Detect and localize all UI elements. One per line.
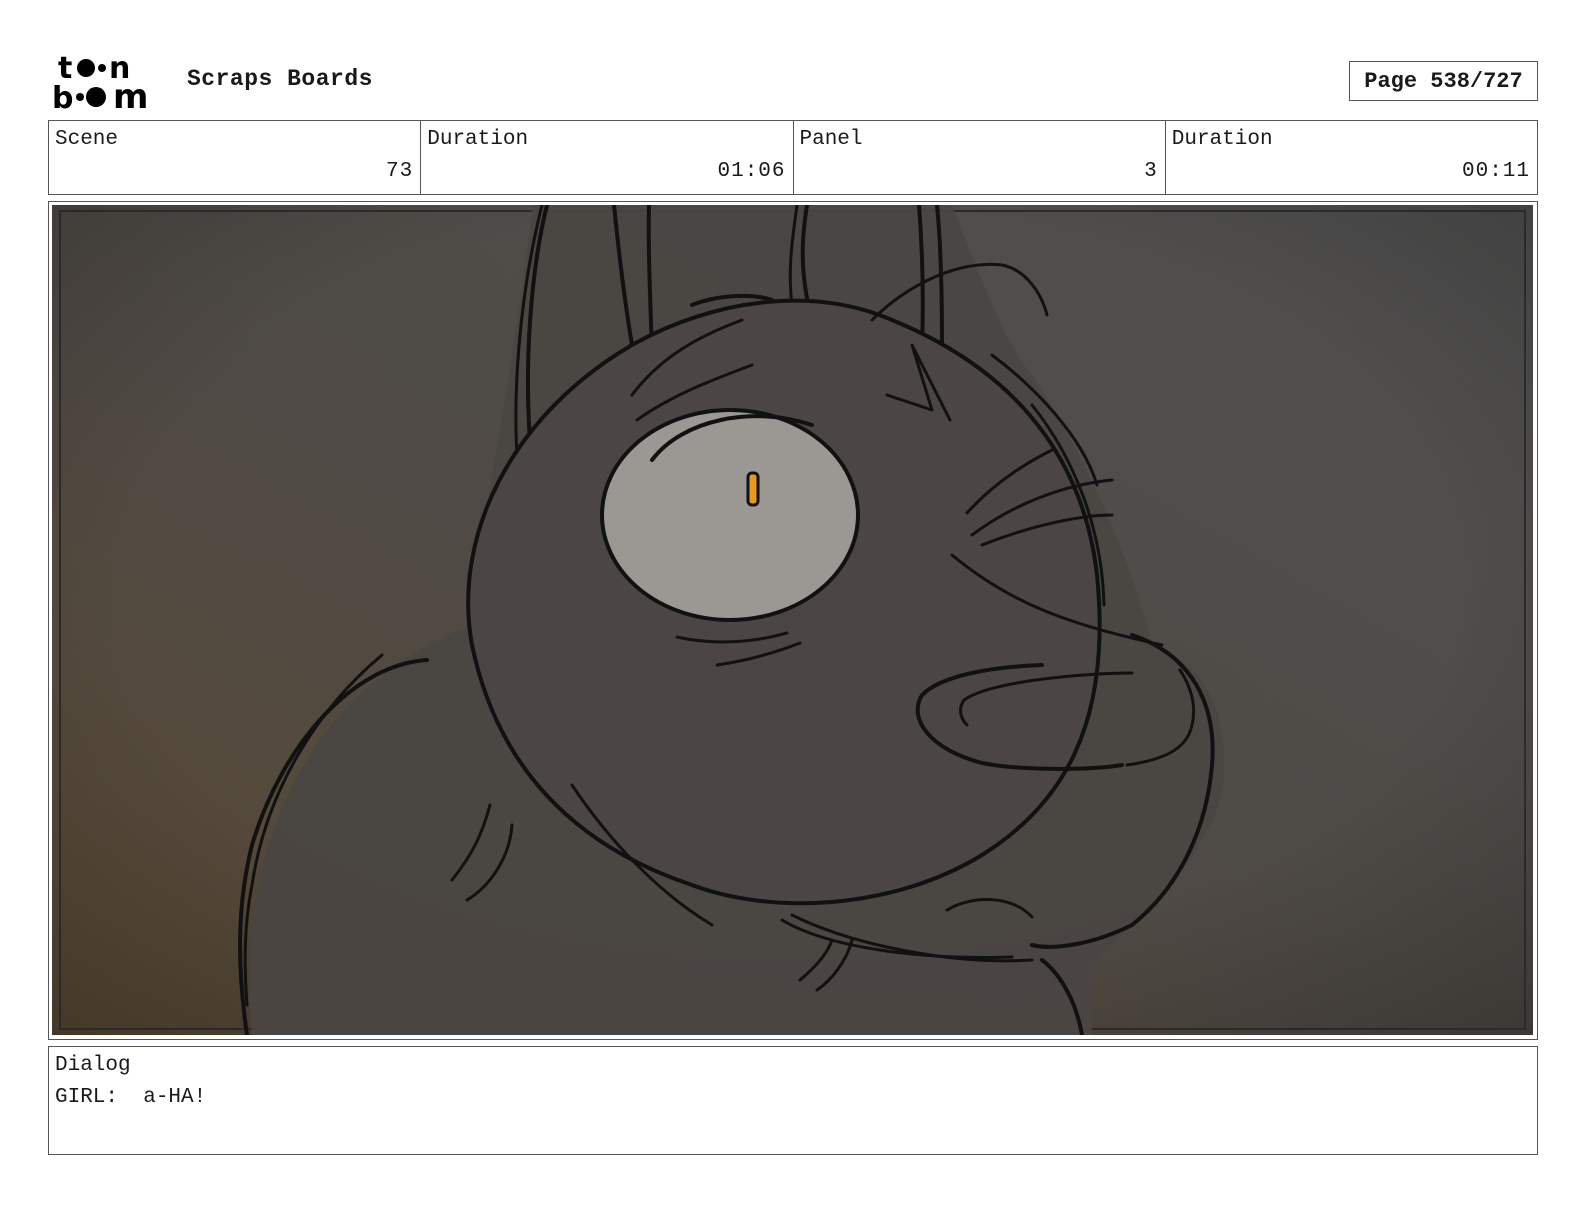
panel-duration-value: 00:11 — [1461, 160, 1530, 183]
dialog-label: Dialog — [55, 1054, 131, 1077]
dialog-box: Dialog GIRL: a-HA! — [48, 1046, 1538, 1155]
scene-duration-cell: Duration 01:06 — [421, 121, 794, 194]
panel-duration-cell: Duration 00:11 — [1166, 121, 1537, 194]
scene-cell: Scene 73 — [49, 121, 422, 194]
panel-duration-label: Duration — [1171, 128, 1273, 151]
scene-label: Scene — [55, 128, 119, 151]
scene-duration-value: 01:06 — [717, 160, 786, 183]
panel-label: Panel — [799, 128, 863, 151]
document-title: Scraps Boards — [187, 66, 373, 92]
page-indicator: Page 538/727 — [1349, 61, 1538, 101]
storyboard-drawing — [52, 205, 1533, 1035]
scene-duration-label: Duration — [427, 128, 529, 151]
svg-text:m: m — [113, 77, 148, 112]
panel-value: 3 — [1144, 160, 1158, 183]
dialog-text: GIRL: a-HA! — [55, 1086, 207, 1109]
scene-value: 73 — [386, 160, 414, 183]
storyboard-panel — [48, 201, 1538, 1040]
panel-cell: Panel 3 — [794, 121, 1166, 194]
panel-info-row: Scene 73 Duration 01:06 Panel 3 Duration… — [48, 120, 1538, 195]
toon-boom-logo: t n b m — [52, 51, 148, 112]
svg-text:b: b — [52, 81, 73, 112]
